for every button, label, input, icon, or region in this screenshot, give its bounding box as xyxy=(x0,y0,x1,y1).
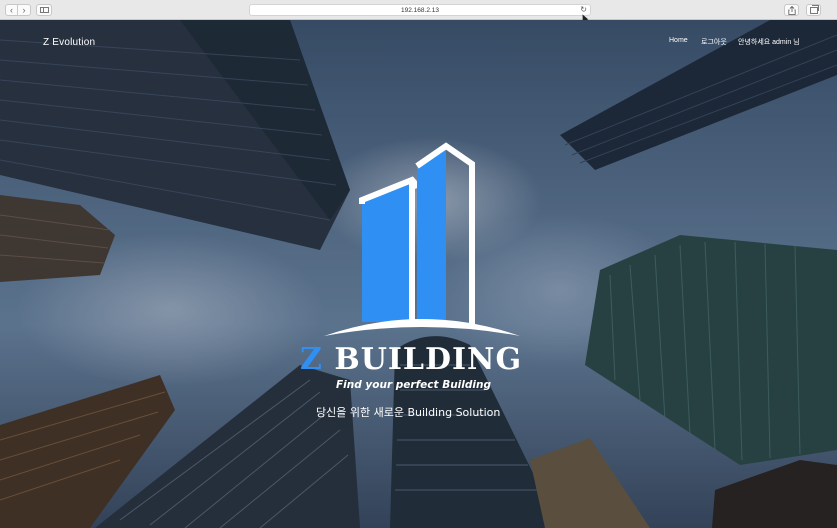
nav-greeting: 안녕하세요 admin 님 xyxy=(738,39,800,46)
logo-z: Z xyxy=(300,342,323,377)
hero-section: Z Evolution Home 로그아웃 안녕하세요 admin 님 Z BU… xyxy=(0,20,837,528)
back-button[interactable]: ‹ xyxy=(5,4,18,16)
forward-button[interactable]: › xyxy=(18,4,31,16)
tabs-button[interactable] xyxy=(806,4,821,16)
back-icon: ‹ xyxy=(10,4,13,15)
site-brand[interactable]: Z Evolution xyxy=(43,37,95,48)
browser-window: ‹ › 192.168.2.13 ↻ Z Evolution Home 로그아웃… xyxy=(0,0,837,528)
browser-toolbar: ‹ › 192.168.2.13 ↻ xyxy=(0,0,837,22)
logo-building: BUILDING xyxy=(334,342,523,377)
nav-logout-link[interactable]: 로그아웃 xyxy=(701,37,727,47)
nav-home-link[interactable]: Home xyxy=(669,37,688,44)
tabs-icon xyxy=(809,4,819,14)
address-bar[interactable]: 192.168.2.13 ↻ xyxy=(249,4,591,16)
url-text: 192.168.2.13 xyxy=(401,7,439,14)
forward-icon: › xyxy=(22,4,26,15)
hero-tagline: Find your perfect Building xyxy=(336,379,491,391)
logo-wordmark: Z BUILDING xyxy=(300,342,545,377)
hero-subtitle: 당신을 위한 새로운 Building Solution xyxy=(316,406,501,419)
building-logo-icon xyxy=(324,142,520,336)
share-icon xyxy=(787,5,796,15)
sidebar-button[interactable] xyxy=(36,4,52,16)
share-button[interactable] xyxy=(784,4,799,16)
sidebar-icon xyxy=(39,7,49,13)
